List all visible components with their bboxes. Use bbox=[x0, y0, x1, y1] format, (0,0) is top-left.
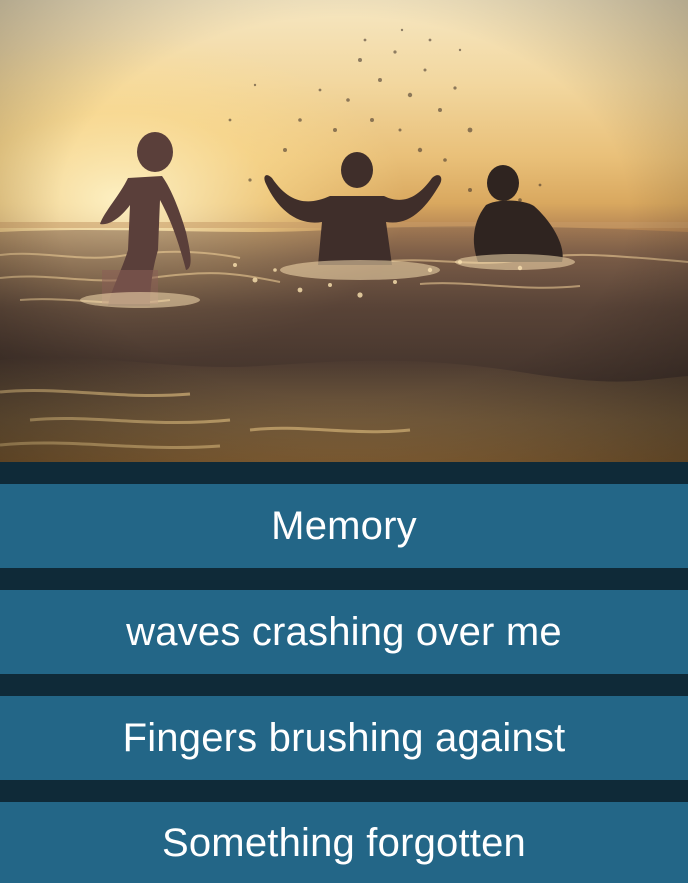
hero-photo bbox=[0, 0, 688, 462]
row-divider bbox=[0, 674, 688, 696]
poem-line-4: Something forgotten bbox=[0, 802, 688, 883]
poem-screen: Memory waves crashing over me Fingers br… bbox=[0, 0, 688, 883]
poem-line-1: Memory bbox=[0, 484, 688, 568]
poem-line-3: Fingers brushing against bbox=[0, 696, 688, 780]
row-divider bbox=[0, 568, 688, 590]
row-divider bbox=[0, 462, 688, 484]
poem-line-text: Something forgotten bbox=[161, 820, 527, 865]
poem-line-text: waves crashing over me bbox=[126, 610, 562, 654]
poem-line-text: Memory bbox=[271, 504, 417, 548]
beach-scene-illustration bbox=[0, 0, 688, 462]
poem-line-text: Fingers brushing against bbox=[122, 716, 566, 760]
poem-line-2: waves crashing over me bbox=[0, 590, 688, 674]
poem-lines: Memory waves crashing over me Fingers br… bbox=[0, 462, 688, 883]
row-divider bbox=[0, 780, 688, 802]
